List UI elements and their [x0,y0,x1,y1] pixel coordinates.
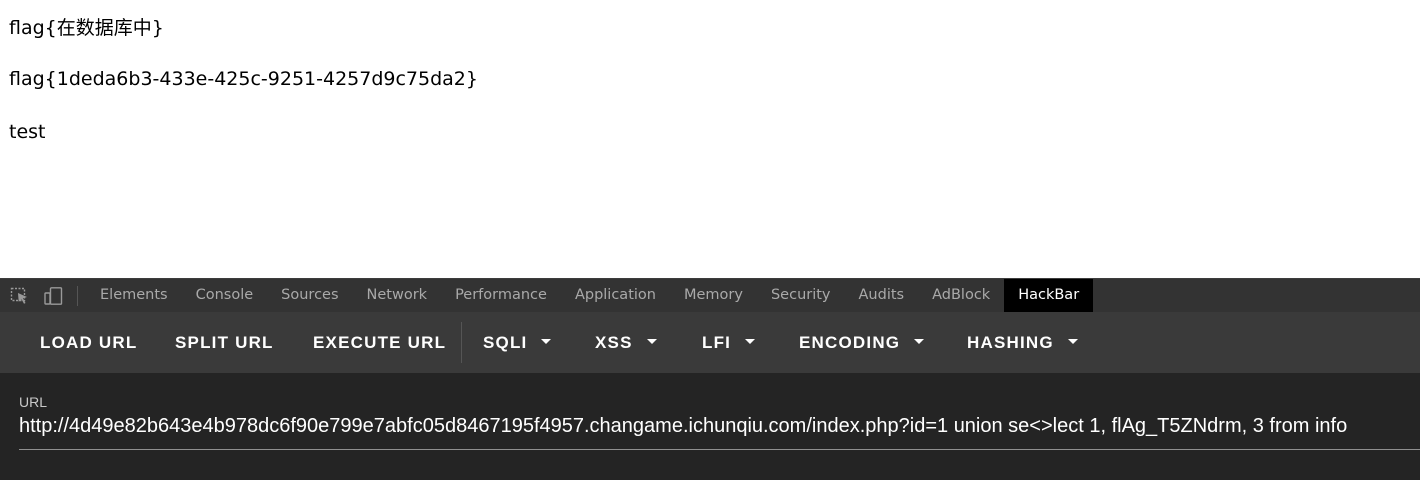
xss-label: XSS [595,333,633,352]
devtools-panel: Elements Console Sources Network Perform… [0,278,1420,480]
tab-adblock[interactable]: AdBlock [918,279,1004,312]
devtools-tabbar: Elements Console Sources Network Perform… [0,278,1420,312]
tab-sources[interactable]: Sources [267,279,352,312]
hackbar-toolbar: LOAD URL SPLIT URL EXECUTE URL SQLI XSS … [0,312,1420,373]
url-field-container: URL http://4d49e82b643e4b978dc6f90e799e7… [0,373,1420,480]
lfi-menu-button[interactable]: LFI [702,312,756,373]
url-input-underline [19,449,1420,450]
caret-down-icon [745,339,756,345]
page-content: flag{在数据库中} flag{1deda6b3-433e-425c-9251… [0,0,1420,278]
flag-value-text: flag{1deda6b3-433e-425c-9251-4257d9c75da… [9,68,478,90]
flag-hint-text: flag{在数据库中} [9,17,164,39]
sqli-label: SQLI [483,333,528,352]
split-url-button[interactable]: SPLIT URL [175,312,274,373]
execute-url-label: EXECUTE URL [313,333,447,352]
encoding-menu-button[interactable]: ENCODING [799,312,925,373]
xss-menu-button[interactable]: XSS [595,312,657,373]
sqli-menu-button[interactable]: SQLI [483,312,552,373]
encoding-label: ENCODING [799,333,901,352]
url-field-label: URL [19,394,48,410]
tab-security[interactable]: Security [757,279,845,312]
lfi-label: LFI [702,333,732,352]
url-input[interactable]: http://4d49e82b643e4b978dc6f90e799e7abfc… [19,415,1420,438]
caret-down-icon [646,339,657,345]
load-url-button[interactable]: LOAD URL [40,312,137,373]
tab-console[interactable]: Console [182,279,268,312]
tab-network[interactable]: Network [353,279,442,312]
tab-hackbar[interactable]: HackBar [1004,279,1094,312]
tabbar-separator [77,286,78,306]
tab-audits[interactable]: Audits [845,279,919,312]
hashing-label: HASHING [967,333,1054,352]
execute-url-button[interactable]: EXECUTE URL [313,312,446,373]
caret-down-icon [914,339,925,345]
load-url-label: LOAD URL [40,333,138,352]
toolbar-divider [461,322,462,363]
inspect-element-icon[interactable] [10,287,30,305]
tab-memory[interactable]: Memory [670,279,757,312]
devtools-tabs: Elements Console Sources Network Perform… [86,279,1094,312]
tab-application[interactable]: Application [561,279,670,312]
test-text: test [9,121,46,143]
caret-down-icon [1067,339,1078,345]
tab-elements[interactable]: Elements [86,279,182,312]
caret-down-icon [541,339,552,345]
split-url-label: SPLIT URL [175,333,274,352]
tab-performance[interactable]: Performance [441,279,561,312]
device-toolbar-icon[interactable] [44,287,64,305]
hashing-menu-button[interactable]: HASHING [967,312,1078,373]
